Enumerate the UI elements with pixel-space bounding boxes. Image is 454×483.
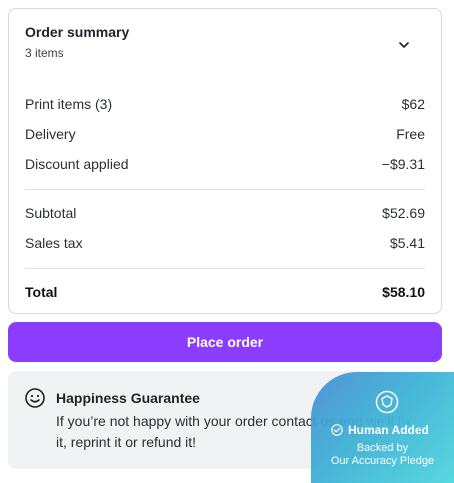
check-circle-icon [331,424,343,436]
row-value: −$9.31 [381,156,425,172]
row-value: $5.41 [389,235,425,251]
row-label: Delivery [25,126,76,142]
divider [25,268,425,269]
total-value: $58.10 [382,284,425,300]
row-delivery: Delivery Free [25,119,425,149]
row-value: $62 [401,96,425,112]
total-label: Total [25,284,58,300]
order-summary-header[interactable]: Order summary 3 items [25,24,425,64]
row-label: Discount applied [25,156,129,172]
row-sales-tax: Sales tax $5.41 [25,228,425,258]
row-subtotal: Subtotal $52.69 [25,198,425,228]
row-discount: Discount applied −$9.31 [25,149,425,179]
place-order-button[interactable]: Place order [8,322,442,362]
divider [25,189,425,190]
order-summary-rows: Print items (3) $62 Delivery Free Discou… [25,89,425,307]
item-count: 3 items [25,46,64,60]
chevron-down-icon[interactable] [395,36,413,54]
row-label: Print items (3) [25,96,113,112]
row-print-items: Print items (3) $62 [25,89,425,119]
badge-line3: Our Accuracy Pledge [330,455,435,467]
guarantee-title: Happiness Guarantee [56,390,200,406]
badge-title: Human Added [331,423,429,437]
human-added-badge: Human Added Backed by Our Accuracy Pledg… [311,372,454,483]
order-summary-title: Order summary [25,24,130,40]
smile-icon [24,387,46,409]
row-value: Free [396,126,425,142]
badge-line1: Human Added [348,423,429,437]
badge-line2: Backed by [356,442,409,454]
row-label: Subtotal [25,205,77,221]
row-value: $52.69 [382,205,425,221]
shield-icon [375,390,399,414]
row-label: Sales tax [25,235,83,251]
order-summary-card: Order summary 3 items Print items (3) $6… [8,8,442,314]
row-total: Total $58.10 [25,277,425,307]
